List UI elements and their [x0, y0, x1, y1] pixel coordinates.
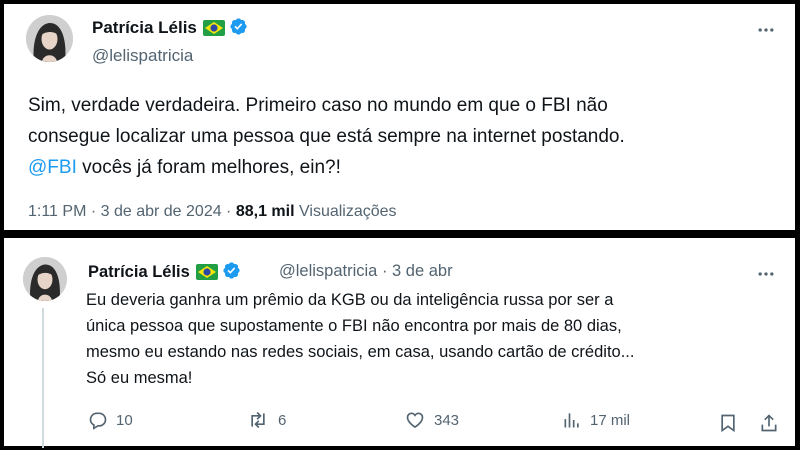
- brazil-flag-icon: [195, 264, 218, 280]
- tweet-text-line: Sim, verdade verdadeira. Primeiro caso n…: [28, 95, 608, 116]
- tweet-text-line: Eu deveria ganhra um prêmio da KGB ou da…: [86, 291, 614, 309]
- author-name[interactable]: Patrícia Lélis: [92, 18, 197, 37]
- views-count: 17 mil: [590, 411, 631, 429]
- mention-link[interactable]: @FBI: [28, 157, 77, 178]
- avatar[interactable]: [23, 257, 67, 301]
- like-icon: [406, 412, 424, 429]
- more-icon[interactable]: [756, 264, 776, 284]
- timestamp[interactable]: 1:11 PM · 3 de abr de 2024 ·: [28, 203, 231, 220]
- verified-badge-icon[interactable]: [229, 17, 248, 36]
- tweet-meta: 1:11 PM · 3 de abr de 2024 · 88,1 mil Vi…: [28, 203, 397, 221]
- views-label: Visualizações: [299, 203, 397, 220]
- tweet-text-line: mesmo eu estando nas redes sociais, em c…: [86, 343, 635, 361]
- like-count: 343: [434, 411, 460, 429]
- reply-button[interactable]: 10: [88, 410, 133, 430]
- retweet-icon: [251, 411, 265, 429]
- views-icon: [564, 413, 579, 428]
- author-name-row[interactable]: Patrícia Lélis: [92, 17, 248, 38]
- tweet-detail-card: Patrícia Lélis @lelispatricia Sim, verda…: [4, 4, 795, 230]
- tweet-text: Eu deveria ganhra um prêmio da KGB ou da…: [86, 287, 786, 391]
- views-button[interactable]: 17 mil: [562, 410, 630, 430]
- tweet-text-line: única pessoa que supostamente o FBI não …: [86, 317, 622, 335]
- tweet-text-line: @FBI vocês já foram melhores, ein?!: [28, 152, 788, 183]
- tweet-timeline-card[interactable]: Patrícia Lélis @lelispatricia · 3 de abr…: [4, 238, 795, 448]
- tweet-text: Sim, verdade verdadeira. Primeiro caso n…: [28, 90, 788, 183]
- author-handle-and-date[interactable]: @lelispatricia · 3 de abr: [279, 262, 453, 281]
- tweet-text-fragment: vocês já foram melhores, ein?!: [76, 157, 341, 178]
- reply-icon: [89, 412, 107, 430]
- author-name[interactable]: Patrícia Lélis: [88, 263, 190, 281]
- avatar[interactable]: [26, 15, 73, 62]
- author-name-row[interactable]: Patrícia Lélis: [88, 261, 241, 282]
- verified-badge-icon[interactable]: [222, 261, 241, 280]
- retweet-button[interactable]: 6: [246, 410, 286, 430]
- bookmark-icon[interactable]: [718, 412, 738, 434]
- share-icon[interactable]: [759, 412, 779, 434]
- tweet-text-line: Só eu mesma!: [86, 369, 193, 387]
- tweet-text-line: consegue localizar uma pessoa que está s…: [28, 126, 625, 147]
- like-button[interactable]: 343: [404, 410, 459, 430]
- brazil-flag-icon: [202, 20, 225, 36]
- reply-count: 10: [116, 411, 133, 429]
- more-icon[interactable]: [756, 20, 776, 40]
- thread-line: [42, 308, 44, 448]
- author-handle[interactable]: @lelispatricia: [92, 46, 193, 66]
- retweet-count: 6: [278, 411, 287, 429]
- views-count: 88,1 mil: [235, 203, 295, 220]
